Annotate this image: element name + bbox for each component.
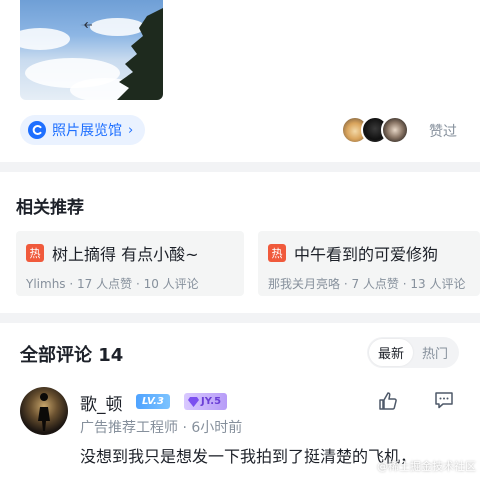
avatar: [381, 116, 409, 144]
album-tag-label: 照片展览馆: [52, 123, 122, 139]
post-photo[interactable]: [20, 0, 163, 100]
related-title: 相关推荐: [16, 198, 84, 218]
comment-sort-toggle: 最新 热门: [367, 337, 459, 368]
recommendation-card[interactable]: 热 中午看到的可爱修狗 那我关月亮咯 · 7 人点赞 · 13 人评论: [258, 231, 480, 296]
recommendation-author: 那我关月亮咯: [268, 277, 341, 291]
section-divider: [0, 162, 480, 172]
commenter-role: 广告推荐工程师: [80, 420, 178, 436]
recommendation-comments: 10 人评论: [143, 277, 199, 291]
recommendation-likes: 7 人点赞: [351, 277, 399, 291]
tree-silhouette: [117, 8, 163, 100]
hot-badge: 热: [26, 244, 44, 262]
meta-separator: ·: [69, 277, 78, 291]
diamond-icon: [188, 396, 199, 407]
liked-label: 赞过: [429, 124, 457, 140]
album-c-icon: [28, 121, 46, 139]
recommendation-title: 树上摘得 有点小酸~: [52, 245, 199, 264]
sort-hot-tab[interactable]: 热门: [413, 339, 457, 366]
cloud-shape: [20, 28, 70, 50]
sort-latest-tab[interactable]: 最新: [369, 339, 413, 366]
recommendation-card[interactable]: 热 树上摘得 有点小酸~ Ylimhs · 17 人点赞 · 10 人评论: [16, 231, 244, 296]
album-tag[interactable]: 照片展览馆 ›: [20, 115, 146, 145]
commenter-name[interactable]: 歌_顿: [80, 390, 123, 415]
comments-title: 全部评论 14: [20, 345, 124, 366]
recommendation-likes: 17 人点赞: [77, 277, 133, 291]
level-badge: LV.3: [136, 394, 170, 409]
figure-silhouette: [38, 393, 50, 431]
watermark: @稀土掘金技术社区: [377, 460, 476, 473]
thumbs-up-icon[interactable]: [378, 391, 398, 411]
recommendation-author: Ylimhs: [26, 277, 66, 291]
jy-badge-label: JY.5: [201, 396, 222, 407]
chevron-right-icon: ›: [128, 122, 134, 138]
recommendation-title: 中午看到的可爱修狗: [294, 245, 439, 264]
recommendation-meta: 那我关月亮咯 · 7 人点赞 · 13 人评论: [268, 275, 470, 292]
comment-time: 6小时前: [191, 420, 243, 436]
commenter-meta: 广告推荐工程师 · 6小时前: [80, 417, 242, 437]
recommendation-meta: Ylimhs · 17 人点赞 · 10 人评论: [26, 275, 234, 292]
meta-separator: ·: [135, 277, 144, 291]
liker-avatars[interactable]: [341, 116, 409, 144]
recommendation-comments: 13 人评论: [410, 277, 466, 291]
section-divider: [0, 313, 480, 323]
airplane-icon: [80, 22, 92, 28]
jy-badge: JY.5: [184, 393, 228, 410]
hot-badge: 热: [268, 244, 286, 262]
comment-bubble-icon[interactable]: [434, 391, 454, 409]
commenter-avatar[interactable]: [20, 387, 68, 435]
